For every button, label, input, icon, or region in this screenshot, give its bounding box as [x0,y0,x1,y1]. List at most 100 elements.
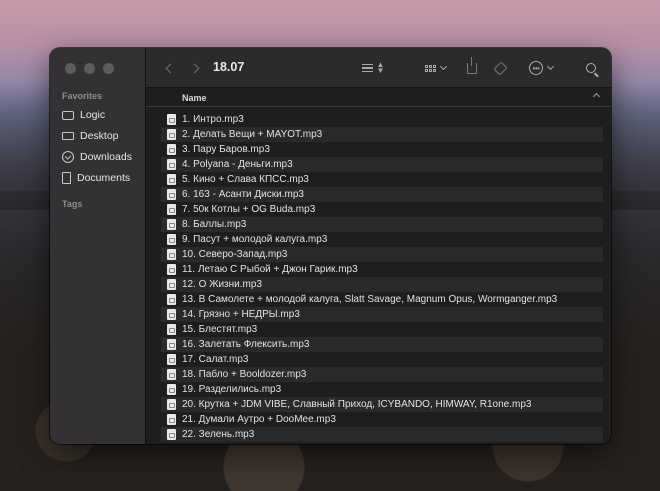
file-name: 4. Polyana - Деньги.mp3 [182,159,293,170]
zoom-button[interactable] [103,63,114,74]
view-options-button[interactable]: ▲ ▼ [358,58,388,78]
folder-icon [62,111,74,120]
file-row[interactable]: 3. Пару Баров.mp3 [161,142,603,157]
file-name: 15. Блестят.mp3 [182,324,258,335]
audio-file-icon [167,414,176,425]
chevron-down-icon [439,62,447,71]
file-row[interactable]: 17. Салат.mp3 [161,352,603,367]
audio-file-icon [167,309,176,320]
file-row[interactable]: 10. Северо-Запад.mp3 [161,247,603,262]
close-button[interactable] [65,63,76,74]
file-row[interactable]: 15. Блестят.mp3 [161,322,603,337]
file-row[interactable]: 4. Polyana - Деньги.mp3 [161,157,603,172]
file-name: 17. Салат.mp3 [182,354,249,365]
file-row[interactable]: 11. Летаю С Рыбой + Джон Гарик.mp3 [161,262,603,277]
share-icon [467,56,477,74]
file-row[interactable]: 1. Интро.mp3 [161,112,603,127]
window-controls [65,63,114,74]
column-header-name[interactable]: Name [146,88,611,107]
file-name: 16. Залетать Флексить.mp3 [182,339,310,350]
audio-file-icon [167,204,176,215]
audio-file-icon [167,369,176,380]
audio-file-icon [167,234,176,245]
sidebar-item-downloads[interactable]: Downloads [62,146,132,167]
search-button[interactable] [583,58,599,78]
minimize-button[interactable] [84,63,95,74]
grid-view-icon [424,64,436,72]
file-row[interactable]: 20. Крутка + JDM VIBE, Славный Приход, I… [161,397,603,412]
file-name: 20. Крутка + JDM VIBE, Славный Приход, I… [182,399,532,410]
file-name: 12. О Жизни.mp3 [182,279,262,290]
file-name: 3. Пару Баров.mp3 [182,144,270,155]
audio-file-icon [167,324,176,335]
audio-file-icon [167,294,176,305]
favorites-list: Logic Desktop Downloads Documents [62,104,132,188]
file-name: 6. 163 - Асанти Диски.mp3 [182,189,304,200]
file-name: 22. Зелень.mp3 [182,429,255,440]
file-row[interactable]: 12. О Жизни.mp3 [161,277,603,292]
sidebar-item-label: Downloads [80,150,132,163]
file-row[interactable]: 7. 50к Котлы + OG Buda.mp3 [161,202,603,217]
forward-button[interactable] [186,58,202,78]
sidebar-item-desktop[interactable]: Desktop [62,125,132,146]
file-name: 1. Интро.mp3 [182,114,244,125]
file-name: 10. Северо-Запад.mp3 [182,249,288,260]
download-icon [62,150,74,163]
audio-file-icon [167,384,176,395]
search-icon [586,63,596,73]
more-actions-button[interactable]: ••• [526,58,556,78]
file-row[interactable]: 16. Залетать Флексить.mp3 [161,337,603,352]
audio-file-icon [167,339,176,350]
desktop-icon [62,131,74,140]
file-name: 11. Летаю С Рыбой + Джон Гарик.mp3 [182,264,358,275]
audio-file-icon [167,219,176,230]
file-row[interactable]: 22. Зелень.mp3 [161,427,603,442]
sidebar-item-label: Logic [80,108,106,121]
file-row[interactable]: 14. Грязно + НЕДРЫ.mp3 [161,307,603,322]
file-row[interactable]: 19. Разделились.mp3 [161,382,603,397]
sidebar-item-label: Desktop [80,129,119,142]
file-name: 5. Кино + Слава КПСС.mp3 [182,174,309,185]
more-icon: ••• [529,61,543,75]
favorites-heading: Favorites [62,91,103,101]
share-button[interactable] [464,56,480,78]
group-button[interactable] [420,58,450,78]
audio-file-icon [167,159,176,170]
file-name: 13. В Самолете + молодой калуга, Slatt S… [182,294,558,305]
file-name: 19. Разделились.mp3 [182,384,282,395]
audio-file-icon [167,249,176,260]
list-view-icon [361,63,373,73]
sort-ascending-icon [592,92,601,101]
file-list: 1. Интро.mp3 2. Делать Вещи + MAYOT.mp3 3.… [161,112,603,442]
column-name-label: Name [182,93,207,103]
file-row[interactable]: 2. Делать Вещи + MAYOT.mp3 [161,127,603,142]
file-name: 9. Пасут + молодой калуга.mp3 [182,234,328,245]
file-row[interactable]: 9. Пасут + молодой калуга.mp3 [161,232,603,247]
file-row[interactable]: 6. 163 - Асанти Диски.mp3 [161,187,603,202]
audio-file-icon [167,174,176,185]
audio-file-icon [167,399,176,410]
document-icon [62,171,71,184]
toolbar: 18.07 ▲ ▼ ••• [146,48,611,88]
audio-file-icon [167,429,176,440]
file-name: 2. Делать Вещи + MAYOT.mp3 [182,129,323,140]
tags-heading: Tags [62,199,83,209]
tag-button[interactable] [492,58,508,78]
file-row[interactable]: 21. Думали Аутро + DooMee.mp3 [161,412,603,427]
file-row[interactable]: 5. Кино + Слава КПСС.mp3 [161,172,603,187]
file-name: 14. Грязно + НЕДРЫ.mp3 [182,309,300,320]
chevron-left-icon [165,63,175,73]
sidebar-item-documents[interactable]: Documents [62,167,132,188]
file-row[interactable]: 13. В Самолете + молодой калуга, Slatt S… [161,292,603,307]
file-row[interactable]: 8. Баллы.mp3 [161,217,603,232]
audio-file-icon [167,129,176,140]
audio-file-icon [167,114,176,125]
sidebar-item-logic[interactable]: Logic [62,104,132,125]
audio-file-icon [167,279,176,290]
window-title: 18.07 [213,60,245,74]
chevron-down-icon [546,62,555,71]
back-button[interactable] [162,58,178,78]
audio-file-icon [167,144,176,155]
audio-file-icon [167,189,176,200]
file-row[interactable]: 18. Пабло + Booldozer.mp3 [161,367,603,382]
